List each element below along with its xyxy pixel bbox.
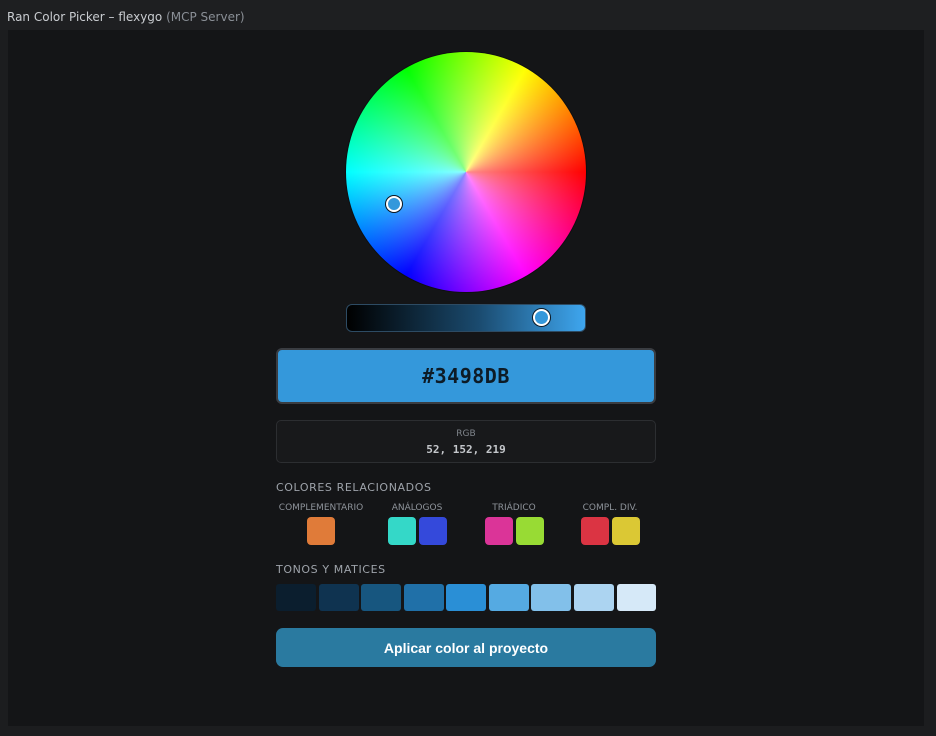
related-group-label: TRIÁDICO [492,503,536,513]
window-title-server: (MCP Server) [162,10,245,24]
tone-swatch[interactable] [404,584,444,611]
tones-title: TONOS Y MATICES [276,563,386,576]
brightness-slider[interactable] [346,304,586,332]
analogous-swatch[interactable] [388,517,416,545]
hex-color-display[interactable]: #3498DB [276,348,656,404]
related-group-label: COMPLEMENTARIO [278,503,364,513]
triadic-swatch[interactable] [485,517,513,545]
apply-color-button[interactable]: Aplicar color al proyecto [276,628,656,667]
tone-swatch[interactable] [446,584,486,611]
tone-swatch[interactable] [617,584,656,611]
window-title: Ran Color Picker – flexygo (MCP Server) [7,10,245,24]
hex-value: #3498DB [422,364,510,388]
split-complementary-swatch[interactable] [581,517,609,545]
complementary-swatch[interactable] [307,517,335,545]
rgb-display: RGB 52, 152, 219 [276,420,656,463]
color-wheel-handle[interactable] [386,196,402,212]
tone-swatch[interactable] [361,584,401,611]
brightness-slider-handle[interactable] [533,309,550,326]
triadic-swatch[interactable] [516,517,544,545]
related-colors-title: COLORES RELACIONADOS [276,481,432,494]
tone-swatch[interactable] [319,584,359,611]
tone-swatch[interactable] [531,584,571,611]
tone-swatch[interactable] [574,584,614,611]
analogous-swatch[interactable] [419,517,447,545]
tone-swatch[interactable] [489,584,529,611]
window-title-main: Ran Color Picker – flexygo [7,10,163,24]
color-wheel[interactable] [346,52,586,292]
related-group-label: ANÁLOGOS [391,503,443,513]
related-group-label: COMPL. DIV. [582,503,638,513]
title-bar: Ran Color Picker – flexygo (MCP Server) [0,0,936,30]
rgb-value: 52, 152, 219 [426,443,506,456]
split-complementary-swatch[interactable] [612,517,640,545]
rgb-label: RGB [456,429,476,439]
tone-swatch[interactable] [276,584,316,611]
